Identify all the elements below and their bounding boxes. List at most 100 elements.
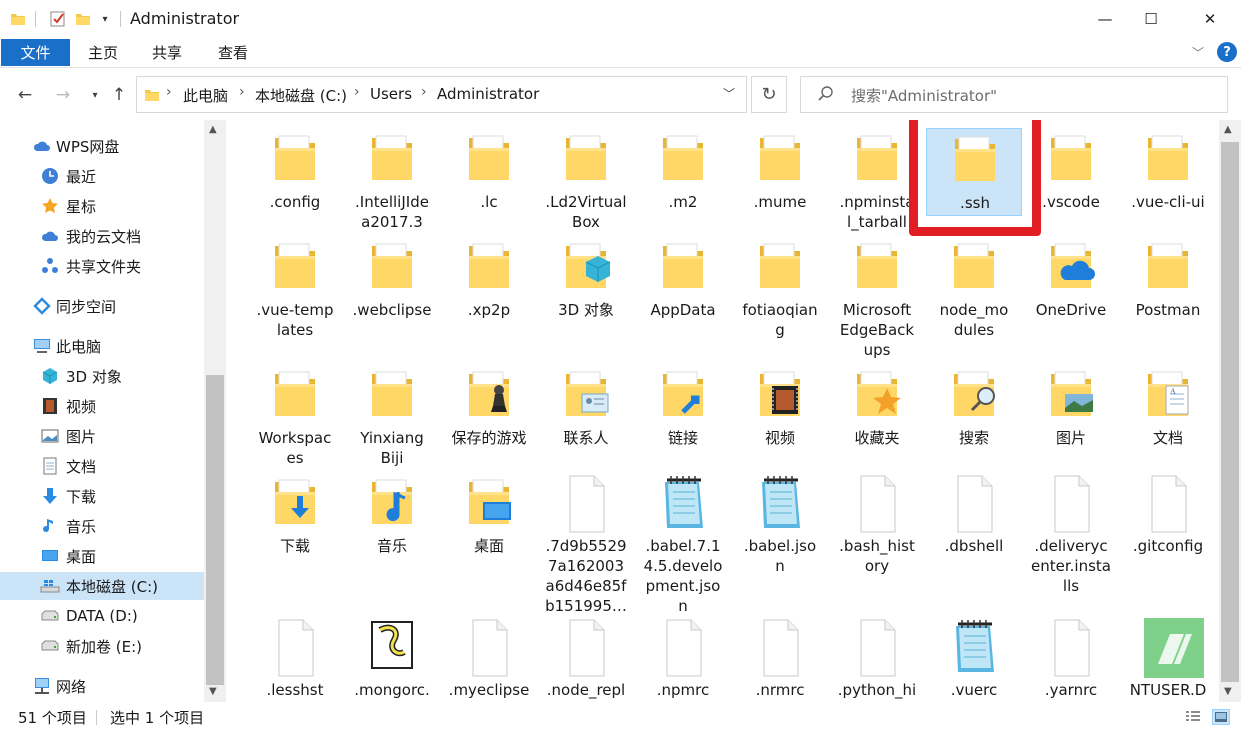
sidebar-item[interactable]: 最近: [0, 162, 204, 190]
tab-home[interactable]: 主页: [88, 42, 118, 63]
file-item[interactable]: .7d9b5529 7a162003 a6d46e85f b151995…: [538, 472, 634, 615]
chevron-down-icon[interactable]: ﹀: [723, 85, 735, 102]
file-item[interactable]: .dbshell: [926, 472, 1022, 560]
file-item[interactable]: Postman: [1120, 236, 1216, 324]
file-item[interactable]: .npmrc: [635, 616, 731, 702]
properties-icon[interactable]: [47, 9, 69, 29]
details-view-icon[interactable]: [1184, 709, 1202, 725]
scroll-down-icon[interactable]: ▼: [1224, 686, 1232, 697]
file-item[interactable]: 联系人: [538, 364, 634, 452]
large-icons-view-icon[interactable]: [1212, 709, 1230, 725]
file-item[interactable]: 视频: [732, 364, 828, 452]
sidebar-item[interactable]: 星标: [0, 192, 204, 220]
file-item[interactable]: .xp2p: [441, 236, 537, 324]
file-item[interactable]: .mume: [732, 128, 828, 216]
scrollbar-thumb[interactable]: [1221, 142, 1239, 682]
tab-view[interactable]: 查看: [218, 42, 248, 63]
file-item[interactable]: .babel.jso n: [732, 472, 828, 575]
file-item[interactable]: Microsoft EdgeBack ups: [829, 236, 925, 359]
file-item[interactable]: .m2: [635, 128, 731, 216]
tab-share[interactable]: 共享: [152, 42, 182, 63]
file-item[interactable]: .deliveryc enter.insta lls: [1023, 472, 1119, 595]
file-item[interactable]: Yinxiang Biji: [344, 364, 440, 467]
sidebar-item[interactable]: 文档: [0, 452, 204, 480]
file-item[interactable]: .python_hi: [829, 616, 925, 702]
file-item[interactable]: .myeclipse: [441, 616, 537, 702]
breadcrumb-administrator[interactable]: Administrator: [437, 85, 539, 103]
sidebar-item[interactable]: 视频: [0, 392, 204, 420]
file-list-scrollbar[interactable]: ▲ ▼: [1219, 120, 1241, 702]
file-item[interactable]: .config: [247, 128, 343, 216]
sidebar-item[interactable]: 桌面: [0, 542, 204, 570]
scroll-up-icon[interactable]: ▲: [1224, 124, 1232, 135]
file-item[interactable]: .mongorc.: [344, 616, 440, 702]
file-item[interactable]: .yarnrc: [1023, 616, 1119, 702]
breadcrumb-local-disk[interactable]: 本地磁盘 (C:): [255, 85, 347, 106]
sidebar-item[interactable]: DATA (D:): [0, 602, 204, 630]
file-item[interactable]: .vue-temp lates: [247, 236, 343, 339]
scroll-down-icon[interactable]: ▼: [209, 686, 217, 697]
recent-locations-icon[interactable]: ▾: [84, 82, 106, 108]
maximize-button[interactable]: ☐: [1128, 0, 1174, 38]
file-item[interactable]: .webclipse: [344, 236, 440, 324]
chevron-right-icon[interactable]: ›: [421, 84, 427, 100]
sidebar-item[interactable]: 同步空间: [0, 292, 204, 320]
chevron-right-icon[interactable]: ›: [166, 84, 172, 100]
sidebar-item[interactable]: 我的云文档: [0, 222, 204, 250]
back-button[interactable]: ←: [14, 82, 36, 108]
sidebar-item[interactable]: 下载: [0, 482, 204, 510]
file-item[interactable]: 保存的游戏: [441, 364, 537, 452]
chevron-right-icon[interactable]: ›: [354, 84, 360, 100]
file-item[interactable]: .Ld2Virtual Box: [538, 128, 634, 231]
minimize-button[interactable]: —: [1082, 0, 1128, 38]
sidebar-item[interactable]: 图片: [0, 422, 204, 450]
file-item[interactable]: .IntelliJIde a2017.3: [344, 128, 440, 231]
sidebar-item[interactable]: 此电脑: [0, 332, 204, 360]
chevron-right-icon[interactable]: ›: [239, 84, 245, 100]
file-item[interactable]: 3D 对象: [538, 236, 634, 324]
file-item[interactable]: 音乐: [344, 472, 440, 560]
sidebar-item[interactable]: 新加卷 (E:): [0, 632, 204, 660]
customize-toolbar-icon[interactable]: ▾: [97, 9, 113, 29]
file-item[interactable]: 链接: [635, 364, 731, 452]
up-button[interactable]: ↑: [108, 82, 130, 108]
file-item[interactable]: .nrmrc: [732, 616, 828, 702]
file-item[interactable]: .vuerc: [926, 616, 1022, 702]
file-item[interactable]: 桌面: [441, 472, 537, 560]
file-item[interactable]: 图片: [1023, 364, 1119, 452]
file-item[interactable]: 下载: [247, 472, 343, 560]
nav-pane-scrollbar[interactable]: ▲ ▼: [204, 120, 226, 702]
file-item[interactable]: NTUSER.D: [1120, 616, 1216, 702]
file-item[interactable]: AppData: [635, 236, 731, 324]
help-icon[interactable]: ?: [1217, 42, 1237, 62]
address-bar[interactable]: › 此电脑 › 本地磁盘 (C:) › Users › Administrato…: [136, 76, 747, 113]
file-item[interactable]: .vue-cli-ui: [1120, 128, 1216, 216]
sidebar-item[interactable]: 网络: [0, 672, 204, 700]
file-item[interactable]: .babel.7.1 4.5.develo pment.jso n: [635, 472, 731, 615]
sidebar-item[interactable]: 本地磁盘 (C:): [0, 572, 204, 600]
sidebar-item[interactable]: 音乐: [0, 512, 204, 540]
search-box[interactable]: 搜索"Administrator": [800, 76, 1228, 113]
file-item[interactable]: Workspac es: [247, 364, 343, 467]
file-item[interactable]: 搜索: [926, 364, 1022, 452]
file-item[interactable]: .lesshst: [247, 616, 343, 702]
breadcrumb-this-pc[interactable]: 此电脑: [183, 85, 228, 106]
sidebar-item[interactable]: 3D 对象: [0, 362, 204, 390]
file-item[interactable]: .lc: [441, 128, 537, 216]
file-item[interactable]: fotiaoqian g: [732, 236, 828, 339]
file-item[interactable]: .node_repl: [538, 616, 634, 702]
forward-button[interactable]: →: [52, 82, 74, 108]
expand-ribbon-icon[interactable]: ﹀: [1192, 44, 1204, 61]
close-button[interactable]: ✕: [1187, 0, 1233, 38]
new-folder-icon[interactable]: [74, 9, 92, 29]
breadcrumb-users[interactable]: Users: [370, 85, 412, 103]
file-item[interactable]: 收藏夹: [829, 364, 925, 452]
tab-file[interactable]: 文件: [1, 39, 70, 66]
file-item[interactable]: OneDrive: [1023, 236, 1119, 324]
sidebar-item[interactable]: WPS网盘: [0, 132, 204, 160]
file-item[interactable]: node_mo dules: [926, 236, 1022, 339]
sidebar-item[interactable]: 共享文件夹: [0, 252, 204, 280]
file-item[interactable]: .gitconfig: [1120, 472, 1216, 560]
scrollbar-thumb[interactable]: [206, 375, 224, 685]
file-item[interactable]: .bash_hist ory: [829, 472, 925, 575]
